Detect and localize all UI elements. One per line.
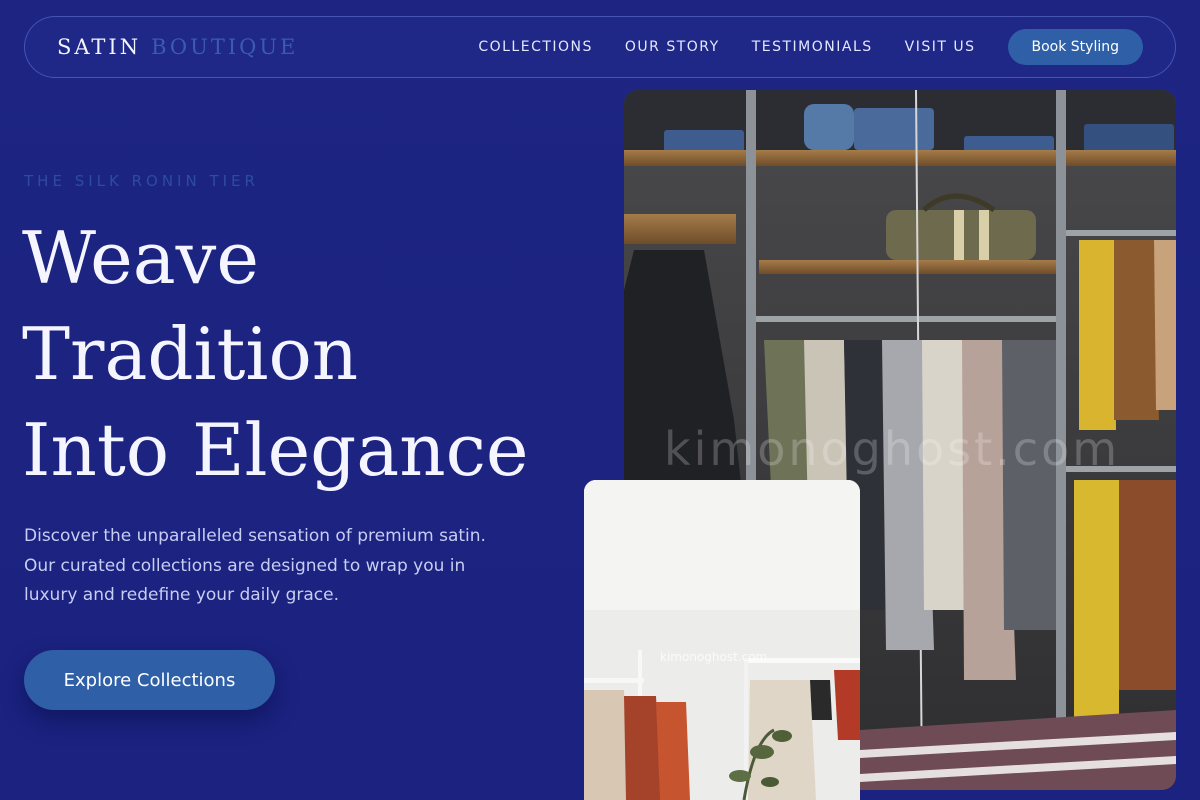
nav-links: COLLECTIONS OUR STORY TESTIMONIALS VISIT… <box>446 29 1143 65</box>
book-styling-button[interactable]: Book Styling <box>1007 29 1143 65</box>
nav-link-collections[interactable]: COLLECTIONS <box>478 39 593 55</box>
clothing-rack-photo: kimonoghost.com <box>584 480 860 800</box>
hero-description: Discover the unparalleled sensation of p… <box>24 526 486 605</box>
landing-page: SATIN BOUTIQUE COLLECTIONS OUR STORY TES… <box>0 0 1200 800</box>
main-photo-watermark: kimonoghost.com <box>664 422 1121 476</box>
rack-photo-watermark: kimonoghost.com <box>660 650 768 664</box>
nav-link-testimonials[interactable]: TESTIMONIALS <box>752 39 873 55</box>
explore-collections-button[interactable]: Explore Collections <box>24 650 275 710</box>
brand-logo[interactable]: SATIN BOUTIQUE <box>57 35 298 59</box>
headline-line-1: Weave <box>22 216 259 300</box>
nav-link-visit-us[interactable]: VISIT US <box>905 39 976 55</box>
hero-eyebrow: THE SILK RONIN TIER <box>24 172 259 190</box>
nav-link-our-story[interactable]: OUR STORY <box>625 39 720 55</box>
clothing-rack-illustration <box>584 480 860 800</box>
brand-name-secondary: BOUTIQUE <box>151 35 299 59</box>
hero-headline: Weave Tradition Into Elegance <box>22 210 602 498</box>
brand-name-primary: SATIN <box>57 35 142 59</box>
headline-line-2: Tradition <box>22 312 359 396</box>
headline-line-3: Into Elegance <box>22 408 529 492</box>
top-navigation: SATIN BOUTIQUE COLLECTIONS OUR STORY TES… <box>24 16 1176 78</box>
